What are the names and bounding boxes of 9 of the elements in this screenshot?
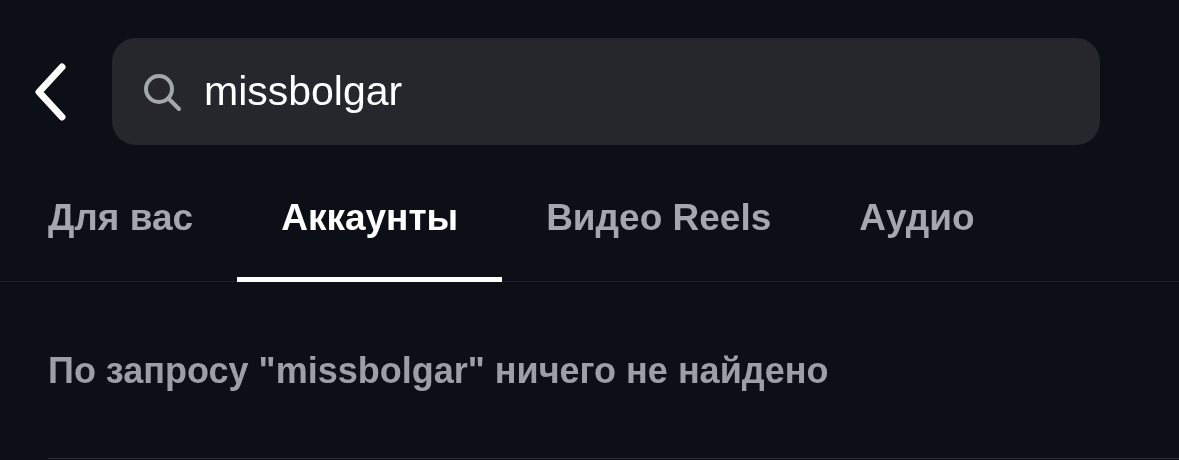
tab[interactable]: Аудио xyxy=(815,177,1019,282)
chevron-left-icon xyxy=(33,62,67,121)
search-field[interactable]: missbolgar xyxy=(112,38,1100,145)
tab[interactable]: Для вас xyxy=(0,177,238,282)
search-query: missbolgar xyxy=(204,68,403,115)
tab[interactable]: Видео Reels xyxy=(502,177,816,282)
empty-result-message: По запросу "missbolgar" ничего не найдено xyxy=(47,349,830,393)
search-icon xyxy=(142,71,182,112)
tab[interactable]: Аккаунты xyxy=(237,177,503,282)
